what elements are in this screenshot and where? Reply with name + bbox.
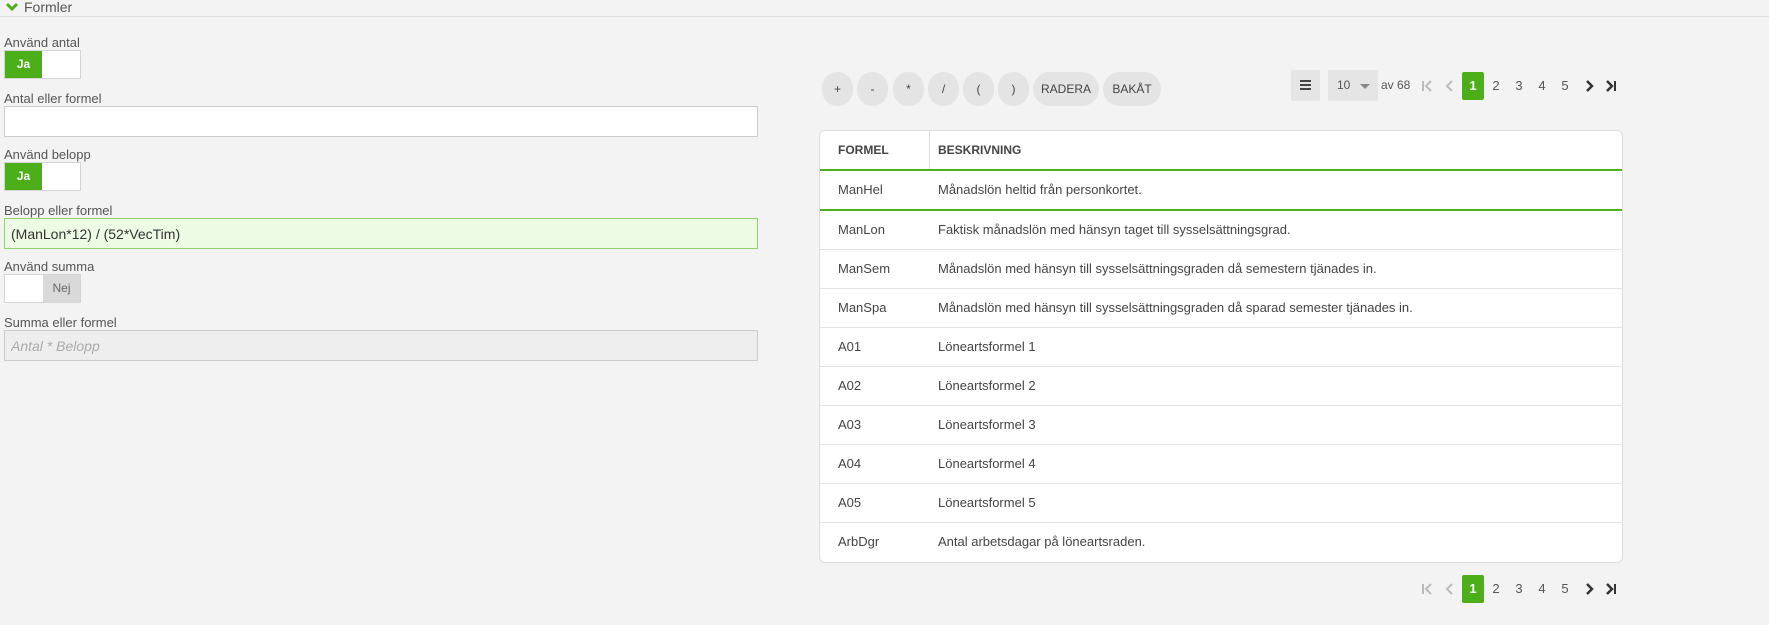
first-page-icon[interactable] (1419, 575, 1435, 603)
page-button-3[interactable]: 3 (1508, 575, 1530, 603)
first-page-icon[interactable] (1419, 72, 1435, 100)
column-header-description[interactable]: BESKRIVNING (938, 131, 1021, 169)
next-page-icon[interactable] (1581, 575, 1597, 603)
page-button-5[interactable]: 5 (1554, 575, 1576, 603)
formula-code: ManHel (838, 182, 883, 197)
formula-code: ManSpa (838, 300, 887, 315)
page-button-5[interactable]: 5 (1554, 72, 1576, 100)
formula-code: A01 (838, 339, 862, 354)
clear-button[interactable]: RADERA (1033, 72, 1099, 106)
list-icon-line (1300, 84, 1311, 86)
column-divider (929, 131, 930, 169)
formula-description: Månadslön heltid från personkortet. (938, 182, 1142, 197)
table-row[interactable]: ManLon Faktisk månadslön med hänsyn tage… (820, 211, 1622, 250)
formula-code: A03 (838, 417, 862, 432)
last-page-icon[interactable] (1603, 72, 1619, 100)
prev-page-icon[interactable] (1442, 72, 1458, 100)
table-row[interactable]: ManHel Månadslön heltid från personkorte… (820, 171, 1622, 211)
page-size-select[interactable]: 10 (1328, 70, 1378, 101)
list-icon-line (1300, 80, 1311, 82)
use-sum-label: Använd summa (4, 259, 95, 274)
formula-description: Antal arbetsdagar på löneartsraden. (938, 534, 1146, 549)
formula-code: A05 (838, 495, 862, 510)
prev-page-icon[interactable] (1442, 575, 1458, 603)
table-row[interactable]: A01 Löneartsformel 1 (820, 328, 1622, 367)
list-view-button[interactable] (1291, 70, 1320, 101)
formula-code: ManLon (838, 222, 885, 237)
list-icon-line (1300, 88, 1311, 90)
page-size-value: 10 (1337, 78, 1351, 92)
operator-close-paren-button[interactable]: ) (998, 72, 1029, 106)
page-button-4[interactable]: 4 (1531, 575, 1553, 603)
chevron-down-icon (5, 2, 19, 12)
page-button-4[interactable]: 4 (1531, 72, 1553, 100)
quantity-formula-label: Antal eller formel (4, 91, 102, 106)
page-button-2[interactable]: 2 (1485, 575, 1507, 603)
use-sum-toggle[interactable]: Nej (4, 274, 81, 303)
next-page-icon[interactable] (1581, 72, 1597, 100)
table-row[interactable]: ManSpa Månadslön med hänsyn till syssels… (820, 289, 1622, 328)
operator-minus-button[interactable]: - (857, 72, 888, 106)
formula-description: Löneartsformel 4 (938, 456, 1036, 471)
quantity-formula-input[interactable] (4, 106, 758, 137)
column-header-formula[interactable]: FORMEL (838, 131, 889, 169)
page-button-3[interactable]: 3 (1508, 72, 1530, 100)
section-header[interactable]: Formler (0, 0, 1769, 17)
use-quantity-toggle[interactable]: Ja (4, 50, 81, 79)
page-button-2[interactable]: 2 (1485, 72, 1507, 100)
toggle-no: Nej (43, 275, 80, 302)
formula-description: Löneartsformel 2 (938, 378, 1036, 393)
table-row[interactable]: A02 Löneartsformel 2 (820, 367, 1622, 406)
toggle-yes: Ja (5, 51, 42, 78)
formula-code: A04 (838, 456, 862, 471)
operator-divide-button[interactable]: / (928, 72, 959, 106)
page-button-1[interactable]: 1 (1462, 72, 1484, 100)
amount-formula-label: Belopp eller formel (4, 203, 113, 218)
formula-description: Löneartsformel 5 (938, 495, 1036, 510)
last-page-icon[interactable] (1603, 575, 1619, 603)
toggle-yes: Ja (5, 163, 42, 190)
sum-formula-input (4, 330, 758, 361)
table-row[interactable]: A03 Löneartsformel 3 (820, 406, 1622, 445)
operator-multiply-button[interactable]: * (893, 72, 924, 106)
formula-table: FORMEL BESKRIVNING ManHel Månadslön helt… (819, 130, 1623, 563)
use-amount-label: Använd belopp (4, 147, 91, 162)
backspace-button[interactable]: BAKÅT (1103, 72, 1161, 106)
page-button-1[interactable]: 1 (1462, 575, 1484, 603)
table-row[interactable]: A04 Löneartsformel 4 (820, 445, 1622, 484)
page-total: av 68 (1381, 78, 1411, 92)
operator-open-paren-button[interactable]: ( (963, 72, 994, 106)
formula-code: ArbDgr (838, 534, 880, 549)
formula-description: Faktisk månadslön med hänsyn taget till … (938, 222, 1291, 237)
sum-formula-label: Summa eller formel (4, 315, 117, 330)
table-row[interactable]: ArbDgr Antal arbetsdagar på löneartsrade… (820, 523, 1622, 562)
formula-description: Månadslön med hänsyn till sysselsättning… (938, 300, 1413, 315)
section-title: Formler (24, 0, 73, 15)
amount-formula-input[interactable] (4, 218, 758, 249)
table-row[interactable]: ManSem Månadslön med hänsyn till syssels… (820, 250, 1622, 289)
formula-description: Löneartsformel 3 (938, 417, 1036, 432)
caret-down-icon (1360, 84, 1370, 89)
table-header: FORMEL BESKRIVNING (820, 131, 1622, 171)
table-row[interactable]: A05 Löneartsformel 5 (820, 484, 1622, 523)
use-amount-toggle[interactable]: Ja (4, 162, 81, 191)
use-quantity-label: Använd antal (4, 35, 80, 50)
operator-plus-button[interactable]: + (822, 72, 853, 106)
formula-description: Månadslön med hänsyn till sysselsättning… (938, 261, 1377, 276)
formula-code: A02 (838, 378, 862, 393)
formula-description: Löneartsformel 1 (938, 339, 1036, 354)
formula-code: ManSem (838, 261, 891, 276)
